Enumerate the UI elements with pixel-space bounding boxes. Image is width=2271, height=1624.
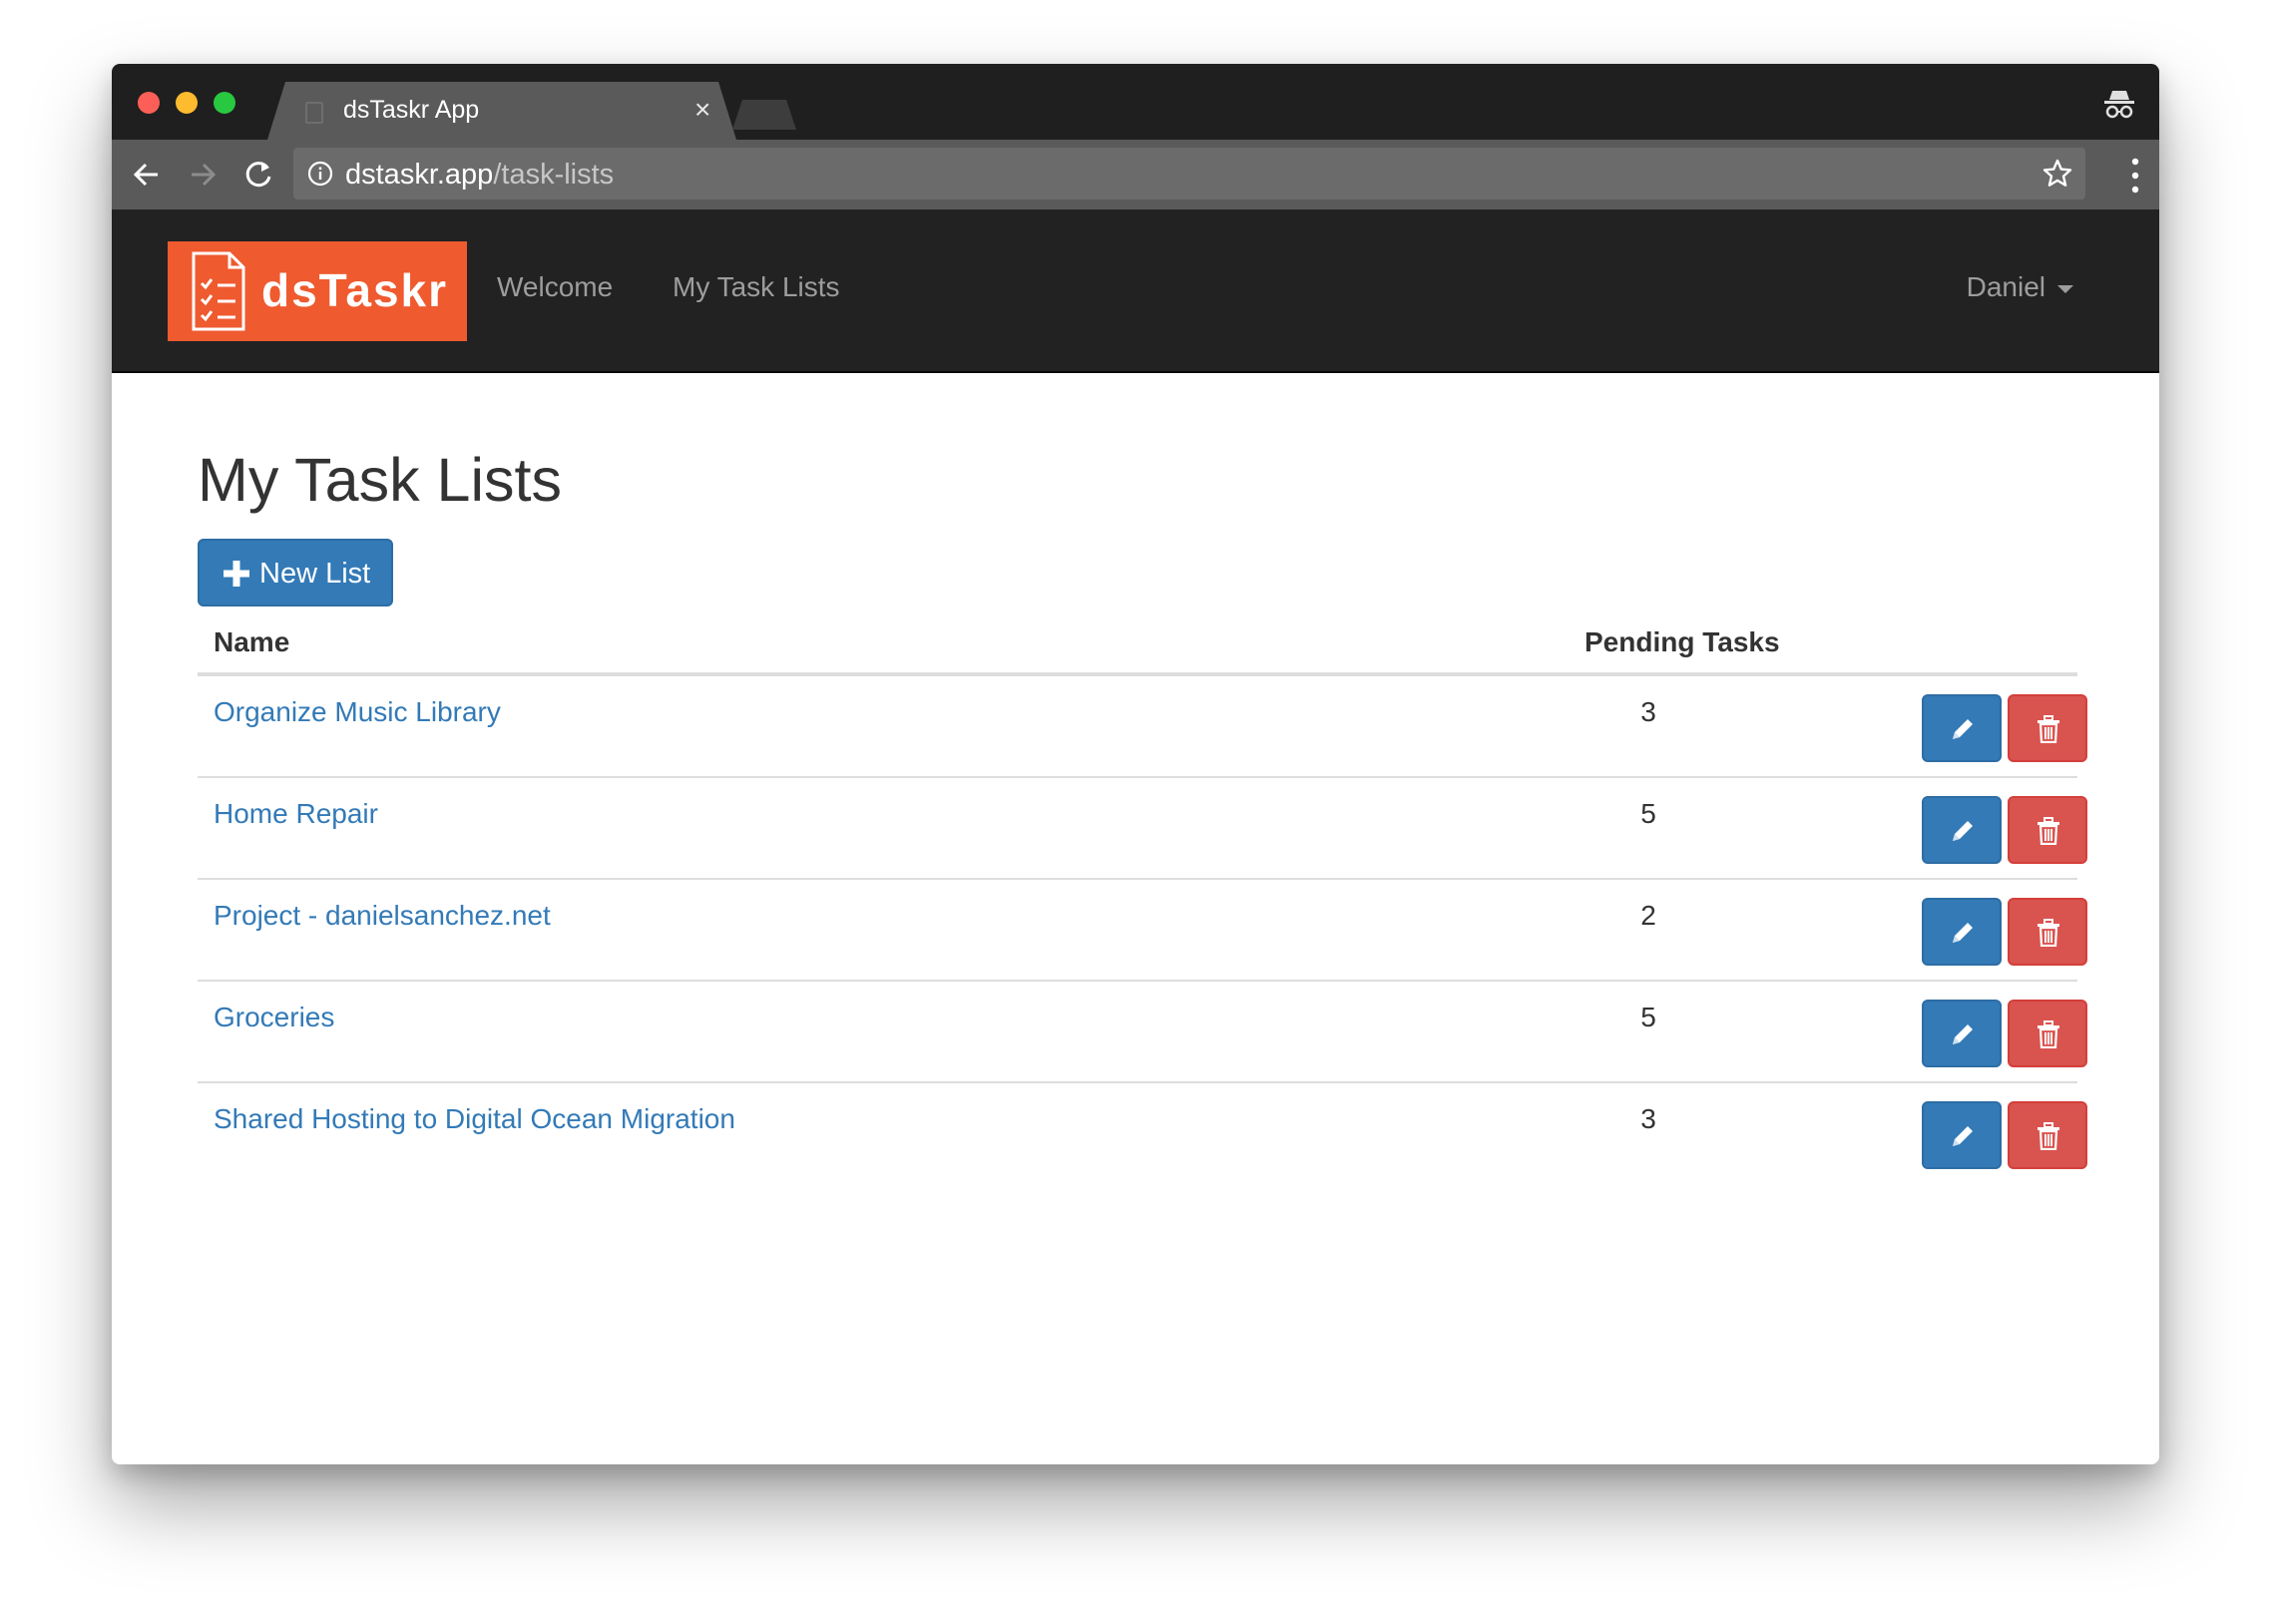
brand-name: dsTaskr	[261, 264, 449, 316]
incognito-icon	[2104, 91, 2134, 119]
edit-list-button[interactable]	[1922, 694, 2002, 762]
nav-my-task-lists[interactable]: My Task Lists	[673, 271, 840, 303]
task-list-link[interactable]: Organize Music Library	[214, 696, 501, 728]
maximize-window-button[interactable]	[214, 92, 235, 114]
edit-list-button[interactable]	[1922, 898, 2002, 966]
task-list-link[interactable]: Home Repair	[214, 798, 378, 830]
delete-list-button[interactable]	[2008, 1101, 2087, 1169]
address-bar[interactable]: dstaskr.app/task-lists	[293, 148, 2085, 200]
user-name: Daniel	[1966, 271, 2045, 302]
table-row: Groceries 5	[198, 982, 2087, 1083]
pending-count: 3	[1640, 1103, 1656, 1134]
checklist-icon	[192, 251, 245, 331]
edit-list-button[interactable]	[1922, 1000, 2002, 1067]
table-row: Project - danielsanchez.net 2	[198, 880, 2087, 982]
task-lists-table: Name Pending Tasks Organize Music Librar…	[198, 609, 2087, 1183]
column-header-name: Name	[214, 626, 290, 657]
table-row: Organize Music Library 3	[198, 676, 2087, 778]
task-list-link[interactable]: Shared Hosting to Digital Ocean Migratio…	[214, 1103, 735, 1135]
info-icon[interactable]	[307, 161, 333, 187]
forward-icon[interactable]	[184, 156, 222, 194]
pending-count: 5	[1640, 798, 1656, 829]
delete-list-button[interactable]	[2008, 1000, 2087, 1067]
reload-icon[interactable]	[239, 156, 277, 194]
url-text: dstaskr.app/task-lists	[345, 159, 614, 192]
new-list-label: New List	[259, 558, 371, 590]
caret-down-icon	[2057, 284, 2073, 293]
tab-title: dsTaskr App	[343, 96, 480, 124]
table-header: Name Pending Tasks	[198, 609, 2077, 676]
trash-icon	[2038, 1020, 2059, 1048]
pending-count: 5	[1640, 1002, 1656, 1032]
task-list-link[interactable]: Project - danielsanchez.net	[214, 900, 551, 932]
browser-toolbar: dstaskr.app/task-lists	[112, 140, 2159, 209]
menu-icon[interactable]	[2131, 156, 2139, 196]
star-icon[interactable]	[2042, 158, 2073, 190]
nav-welcome[interactable]: Welcome	[497, 271, 613, 303]
pencil-icon	[1953, 1126, 1973, 1146]
brand-logo[interactable]: dsTaskr	[168, 241, 467, 341]
user-menu[interactable]: Daniel	[1967, 271, 2073, 303]
table-row: Home Repair 5	[198, 778, 2087, 880]
new-tab-button[interactable]	[732, 100, 796, 130]
pencil-icon	[1953, 719, 1973, 739]
trash-icon	[2038, 715, 2059, 743]
delete-list-button[interactable]	[2008, 898, 2087, 966]
close-tab-icon[interactable]: ×	[694, 94, 710, 126]
edit-list-button[interactable]	[1922, 796, 2002, 864]
edit-list-button[interactable]	[1922, 1101, 2002, 1169]
delete-list-button[interactable]	[2008, 694, 2087, 762]
column-header-pending: Pending Tasks	[1585, 626, 1780, 657]
pencil-icon	[1953, 821, 1973, 841]
pencil-icon	[1953, 923, 1973, 943]
pencil-icon	[1953, 1024, 1973, 1044]
pending-count: 2	[1640, 900, 1656, 931]
back-icon[interactable]	[128, 156, 166, 194]
pending-count: 3	[1640, 696, 1656, 727]
delete-list-button[interactable]	[2008, 796, 2087, 864]
plus-icon	[224, 561, 249, 587]
table-row: Shared Hosting to Digital Ocean Migratio…	[198, 1083, 2087, 1183]
new-list-button[interactable]: New List	[198, 539, 393, 607]
page-title: My Task Lists	[198, 446, 562, 514]
minimize-window-button[interactable]	[176, 92, 198, 114]
browser-window: dsTaskr App × dstaskr.app/task-lists dsT…	[112, 64, 2159, 1464]
trash-icon	[2038, 919, 2059, 947]
close-window-button[interactable]	[138, 92, 160, 114]
browser-tab[interactable]: dsTaskr App ×	[267, 82, 736, 140]
page-icon	[305, 102, 323, 124]
task-list-link[interactable]: Groceries	[214, 1002, 334, 1033]
app-navbar: dsTaskr Welcome My Task Lists Daniel	[112, 209, 2159, 373]
trash-icon	[2038, 817, 2059, 845]
url-path: /task-lists	[493, 159, 615, 191]
url-host: dstaskr.app	[345, 159, 494, 191]
trash-icon	[2038, 1122, 2059, 1150]
tab-strip: dsTaskr App ×	[112, 64, 2159, 140]
